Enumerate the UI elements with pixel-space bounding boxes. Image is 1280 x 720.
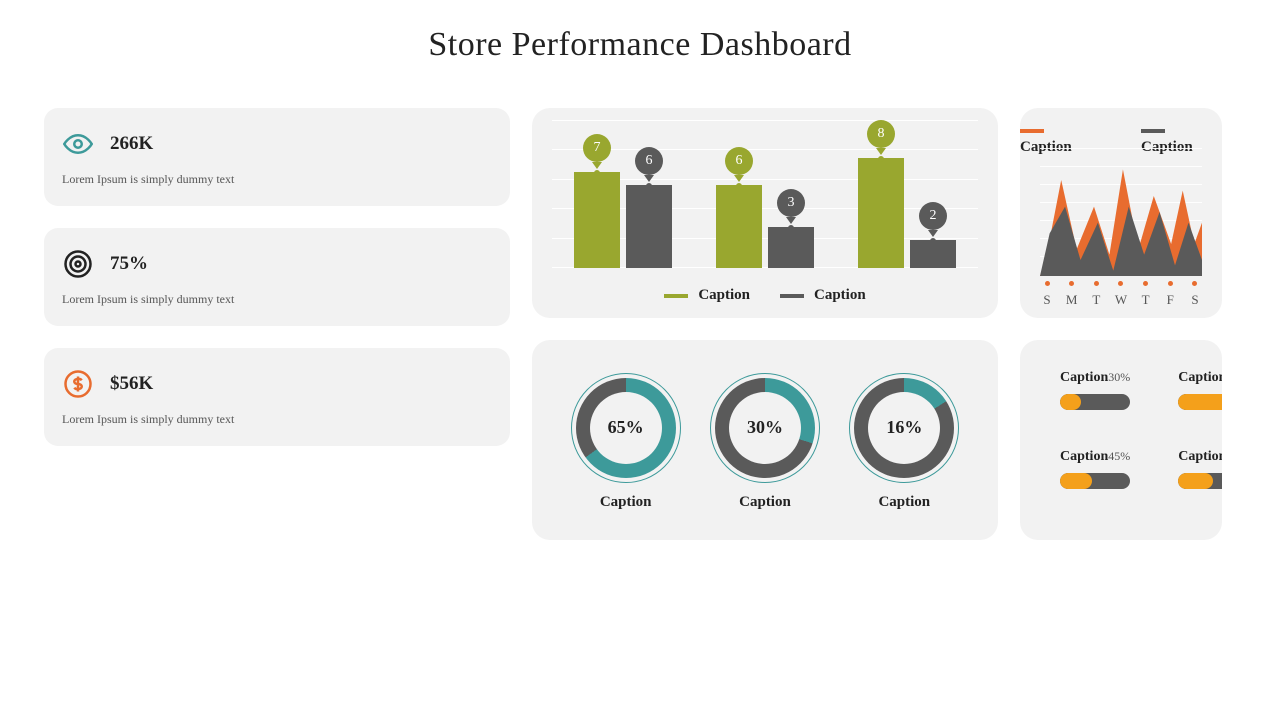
progress-fill	[1060, 473, 1092, 489]
day-label: T	[1089, 281, 1103, 308]
bar-legend-a: Caption	[698, 287, 750, 303]
bar: 7	[574, 172, 620, 268]
dollar-icon	[62, 368, 94, 400]
bar-value-pin: 2	[919, 202, 947, 236]
stat-value: 266K	[110, 133, 153, 155]
donut-item: 30% Caption	[715, 378, 815, 511]
progress-caption: Caption	[1178, 449, 1222, 465]
bar-group: 82	[851, 158, 963, 268]
area-chart-panel: Caption Caption SMTWTFS	[1020, 108, 1222, 318]
bar-chart: 766382	[552, 120, 978, 268]
day-label: T	[1139, 281, 1153, 308]
progress-panel: Caption30%Caption90%Caption45%Caption50%	[1020, 340, 1222, 540]
bar: 6	[626, 185, 672, 268]
eye-icon	[62, 128, 94, 160]
bar: 8	[858, 158, 904, 268]
bar-value-pin: 3	[777, 189, 805, 223]
day-label: S	[1188, 281, 1202, 308]
progress-percent: 30%	[1108, 370, 1130, 386]
stat-card: $56K Lorem Ipsum is simply dummy text	[44, 348, 510, 446]
area-x-axis: SMTWTFS	[1040, 281, 1202, 308]
bar-value-pin: 7	[583, 134, 611, 168]
stat-value: $56K	[110, 373, 153, 395]
day-label: F	[1163, 281, 1177, 308]
stat-card: 266K Lorem Ipsum is simply dummy text	[44, 108, 510, 206]
progress-item: Caption45%	[1060, 449, 1130, 510]
progress-item: Caption90%	[1178, 370, 1222, 431]
stat-description: Lorem Ipsum is simply dummy text	[62, 410, 492, 428]
day-label: W	[1114, 281, 1128, 308]
day-label: M	[1065, 281, 1079, 308]
bar: 6	[716, 185, 762, 268]
donut-item: 65% Caption	[576, 378, 676, 511]
bar-group: 76	[567, 172, 679, 268]
donut-gauge: 30%	[715, 378, 815, 478]
progress-percent: 45%	[1108, 449, 1130, 465]
progress-caption: Caption	[1060, 449, 1108, 465]
stat-card: 75% Lorem Ipsum is simply dummy text	[44, 228, 510, 326]
donut-value: 65%	[608, 417, 644, 438]
progress-fill	[1178, 394, 1222, 410]
bar-value-pin: 6	[635, 147, 663, 181]
progress-caption: Caption	[1178, 370, 1222, 386]
stat-value: 75%	[110, 253, 148, 275]
stats-sidebar: 266K Lorem Ipsum is simply dummy text 75% L…	[44, 108, 510, 540]
progress-item: Caption30%	[1060, 370, 1130, 431]
bar-value-pin: 6	[725, 147, 753, 181]
target-icon	[62, 248, 94, 280]
dashboard-grid: 766382 Caption Caption Caption Caption S…	[44, 108, 1236, 540]
bar-group: 63	[709, 185, 821, 268]
donut-item: 16% Caption	[854, 378, 954, 511]
donut-caption: Caption	[576, 494, 676, 511]
donut-caption: Caption	[715, 494, 815, 511]
donut-value: 16%	[886, 417, 922, 438]
donut-caption: Caption	[854, 494, 954, 511]
progress-caption: Caption	[1060, 370, 1108, 386]
progress-fill	[1060, 394, 1081, 410]
bar: 2	[910, 240, 956, 268]
donut-panel: 65% Caption 30% Caption 16% Caption	[532, 340, 998, 540]
donut-gauge: 16%	[854, 378, 954, 478]
progress-track	[1178, 394, 1222, 410]
bar-legend-b: Caption	[814, 287, 866, 303]
day-label: S	[1040, 281, 1054, 308]
page-title: Store Performance Dashboard	[44, 26, 1236, 64]
bar-chart-panel: 766382 Caption Caption	[532, 108, 998, 318]
progress-item: Caption50%	[1178, 449, 1222, 510]
donut-gauge: 65%	[576, 378, 676, 478]
area-chart	[1040, 148, 1202, 276]
bar-value-pin: 8	[867, 120, 895, 154]
progress-track	[1060, 473, 1130, 489]
progress-track	[1178, 473, 1222, 489]
stat-description: Lorem Ipsum is simply dummy text	[62, 290, 492, 308]
stat-description: Lorem Ipsum is simply dummy text	[62, 170, 492, 188]
donut-value: 30%	[747, 417, 783, 438]
bar-legend: Caption Caption	[532, 287, 998, 304]
progress-fill	[1178, 473, 1213, 489]
progress-track	[1060, 394, 1130, 410]
bar: 3	[768, 227, 814, 268]
